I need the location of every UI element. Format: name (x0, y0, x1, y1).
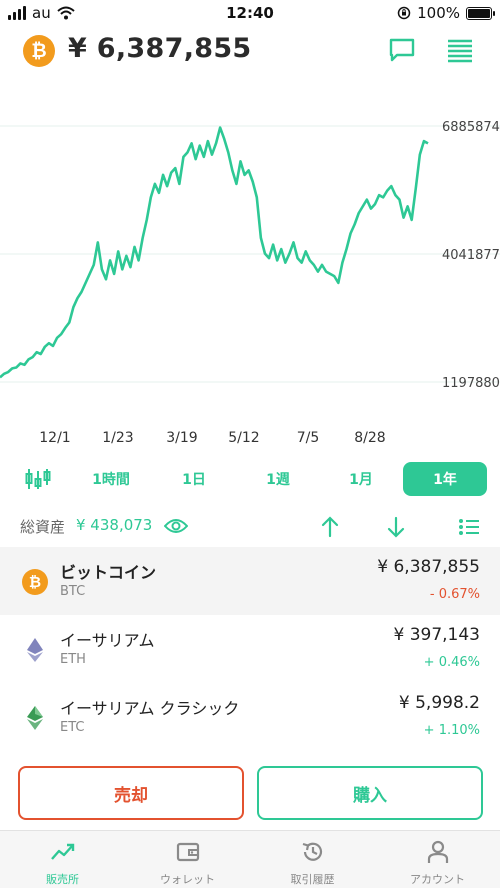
account-icon (427, 840, 448, 863)
coin-row-eth[interactable]: イーサリアム ETH ¥ 397,143 + 0.46% (0, 615, 500, 683)
nav-item-2[interactable]: 取引履歴 (250, 839, 375, 887)
sort-down-icon[interactable] (386, 516, 406, 538)
nav-item-1[interactable]: ウォレット (125, 839, 250, 887)
price-chart[interactable]: 6885874 4041877 1197880 (0, 100, 500, 440)
bitcoin-icon: ₿ (23, 35, 55, 67)
list-icon[interactable] (458, 518, 480, 536)
range-tabs: 1時間 1日 1週 1月 1年 (0, 462, 500, 496)
nav-item-0[interactable]: 販売所 (0, 839, 125, 887)
price-chart-svg: 6885874 4041877 1197880 (0, 120, 500, 391)
wallet-icon (176, 842, 199, 862)
status-bar: au 12:40 100% (0, 0, 500, 28)
battery-percent: 100% (417, 4, 460, 22)
coin-price: ¥ 397,143 (393, 625, 480, 645)
coin-row-etc[interactable]: イーサリアム クラシック ETC ¥ 5,998.2 + 1.10% (0, 683, 500, 751)
coin-icon (22, 637, 48, 663)
range-tab[interactable]: 1月 (349, 469, 373, 489)
nav-item-3[interactable]: アカウント (375, 839, 500, 887)
sell-button[interactable]: 売却 (18, 766, 244, 820)
coin-name: イーサリアム クラシック (60, 699, 240, 718)
coin-icon: ₿ (22, 569, 48, 595)
coin-price: ¥ 5,998.2 (398, 693, 480, 713)
nav-label: アカウント (410, 873, 465, 886)
header-price: ¥ 6,387,855 (68, 33, 252, 64)
nav-label: 販売所 (46, 873, 79, 886)
assets-value: ¥ 438,073 (76, 516, 153, 534)
coin-icon (22, 705, 48, 731)
coin-change: + 1.10% (423, 723, 480, 738)
buy-button[interactable]: 購入 (257, 766, 483, 820)
status-right: 100% (397, 4, 495, 22)
chart-x-tick-label: 5/12 (228, 430, 260, 446)
chart-series-line (0, 126, 429, 379)
history-icon (302, 842, 322, 861)
bottom-nav: 販売所 ウォレット 取引履歴 アカウント (0, 830, 500, 888)
chart-trend-icon (50, 843, 74, 860)
ethereum-classic-icon (27, 706, 43, 730)
chart-y-tick-label: 4041877 (442, 248, 500, 263)
range-tab[interactable]: 1年 (403, 462, 487, 496)
chart-x-tick-label: 12/1 (39, 430, 71, 446)
coin-name: ビットコイン (60, 563, 157, 582)
ethereum-icon (27, 638, 43, 662)
coin-list: ₿ ビットコイン BTC ¥ 6,387,855 - 0.67% イーサリアム ETH ¥ 3… (0, 547, 500, 751)
chart-y-tick-label: 6885874 (442, 120, 500, 135)
battery-icon (466, 6, 495, 20)
nav-label: ウォレット (160, 873, 215, 886)
coin-symbol: ETH (60, 652, 86, 667)
eye-icon[interactable] (164, 517, 188, 535)
coin-name: イーサリアム (60, 631, 155, 650)
chart-y-tick-label: 1197880 (442, 376, 500, 391)
sort-up-icon[interactable] (320, 516, 340, 538)
header: ₿ ¥ 6,387,855 (0, 33, 500, 69)
candlestick-icon[interactable] (24, 467, 52, 491)
coin-change: - 0.67% (429, 587, 480, 602)
range-tab[interactable]: 1時間 (92, 469, 130, 489)
assets-label: 総資産 (20, 518, 66, 536)
orientation-lock-icon (397, 6, 411, 20)
chart-x-tick-label: 1/23 (102, 430, 134, 446)
coin-symbol: BTC (60, 584, 86, 599)
coin-row-btc[interactable]: ₿ ビットコイン BTC ¥ 6,387,855 - 0.67% (0, 547, 500, 615)
chart-x-tick-label: 7/5 (296, 430, 320, 446)
coin-symbol: ETC (60, 720, 85, 735)
trade-bar: 売却 購入 (0, 752, 500, 830)
bitcoin-icon: ₿ (22, 569, 48, 595)
nav-label: 取引履歴 (290, 873, 335, 886)
chat-icon[interactable] (388, 37, 416, 63)
chart-x-tick-label: 3/19 (166, 430, 198, 446)
coin-change: + 0.46% (423, 655, 480, 670)
coin-price: ¥ 6,387,855 (377, 557, 480, 577)
menu-icon[interactable] (446, 38, 474, 64)
chart-x-tick-label: 8/28 (354, 430, 386, 446)
assets-row: 総資産 ¥ 438,073 (0, 513, 500, 541)
range-tab[interactable]: 1週 (266, 469, 290, 489)
range-tab[interactable]: 1日 (182, 469, 206, 489)
